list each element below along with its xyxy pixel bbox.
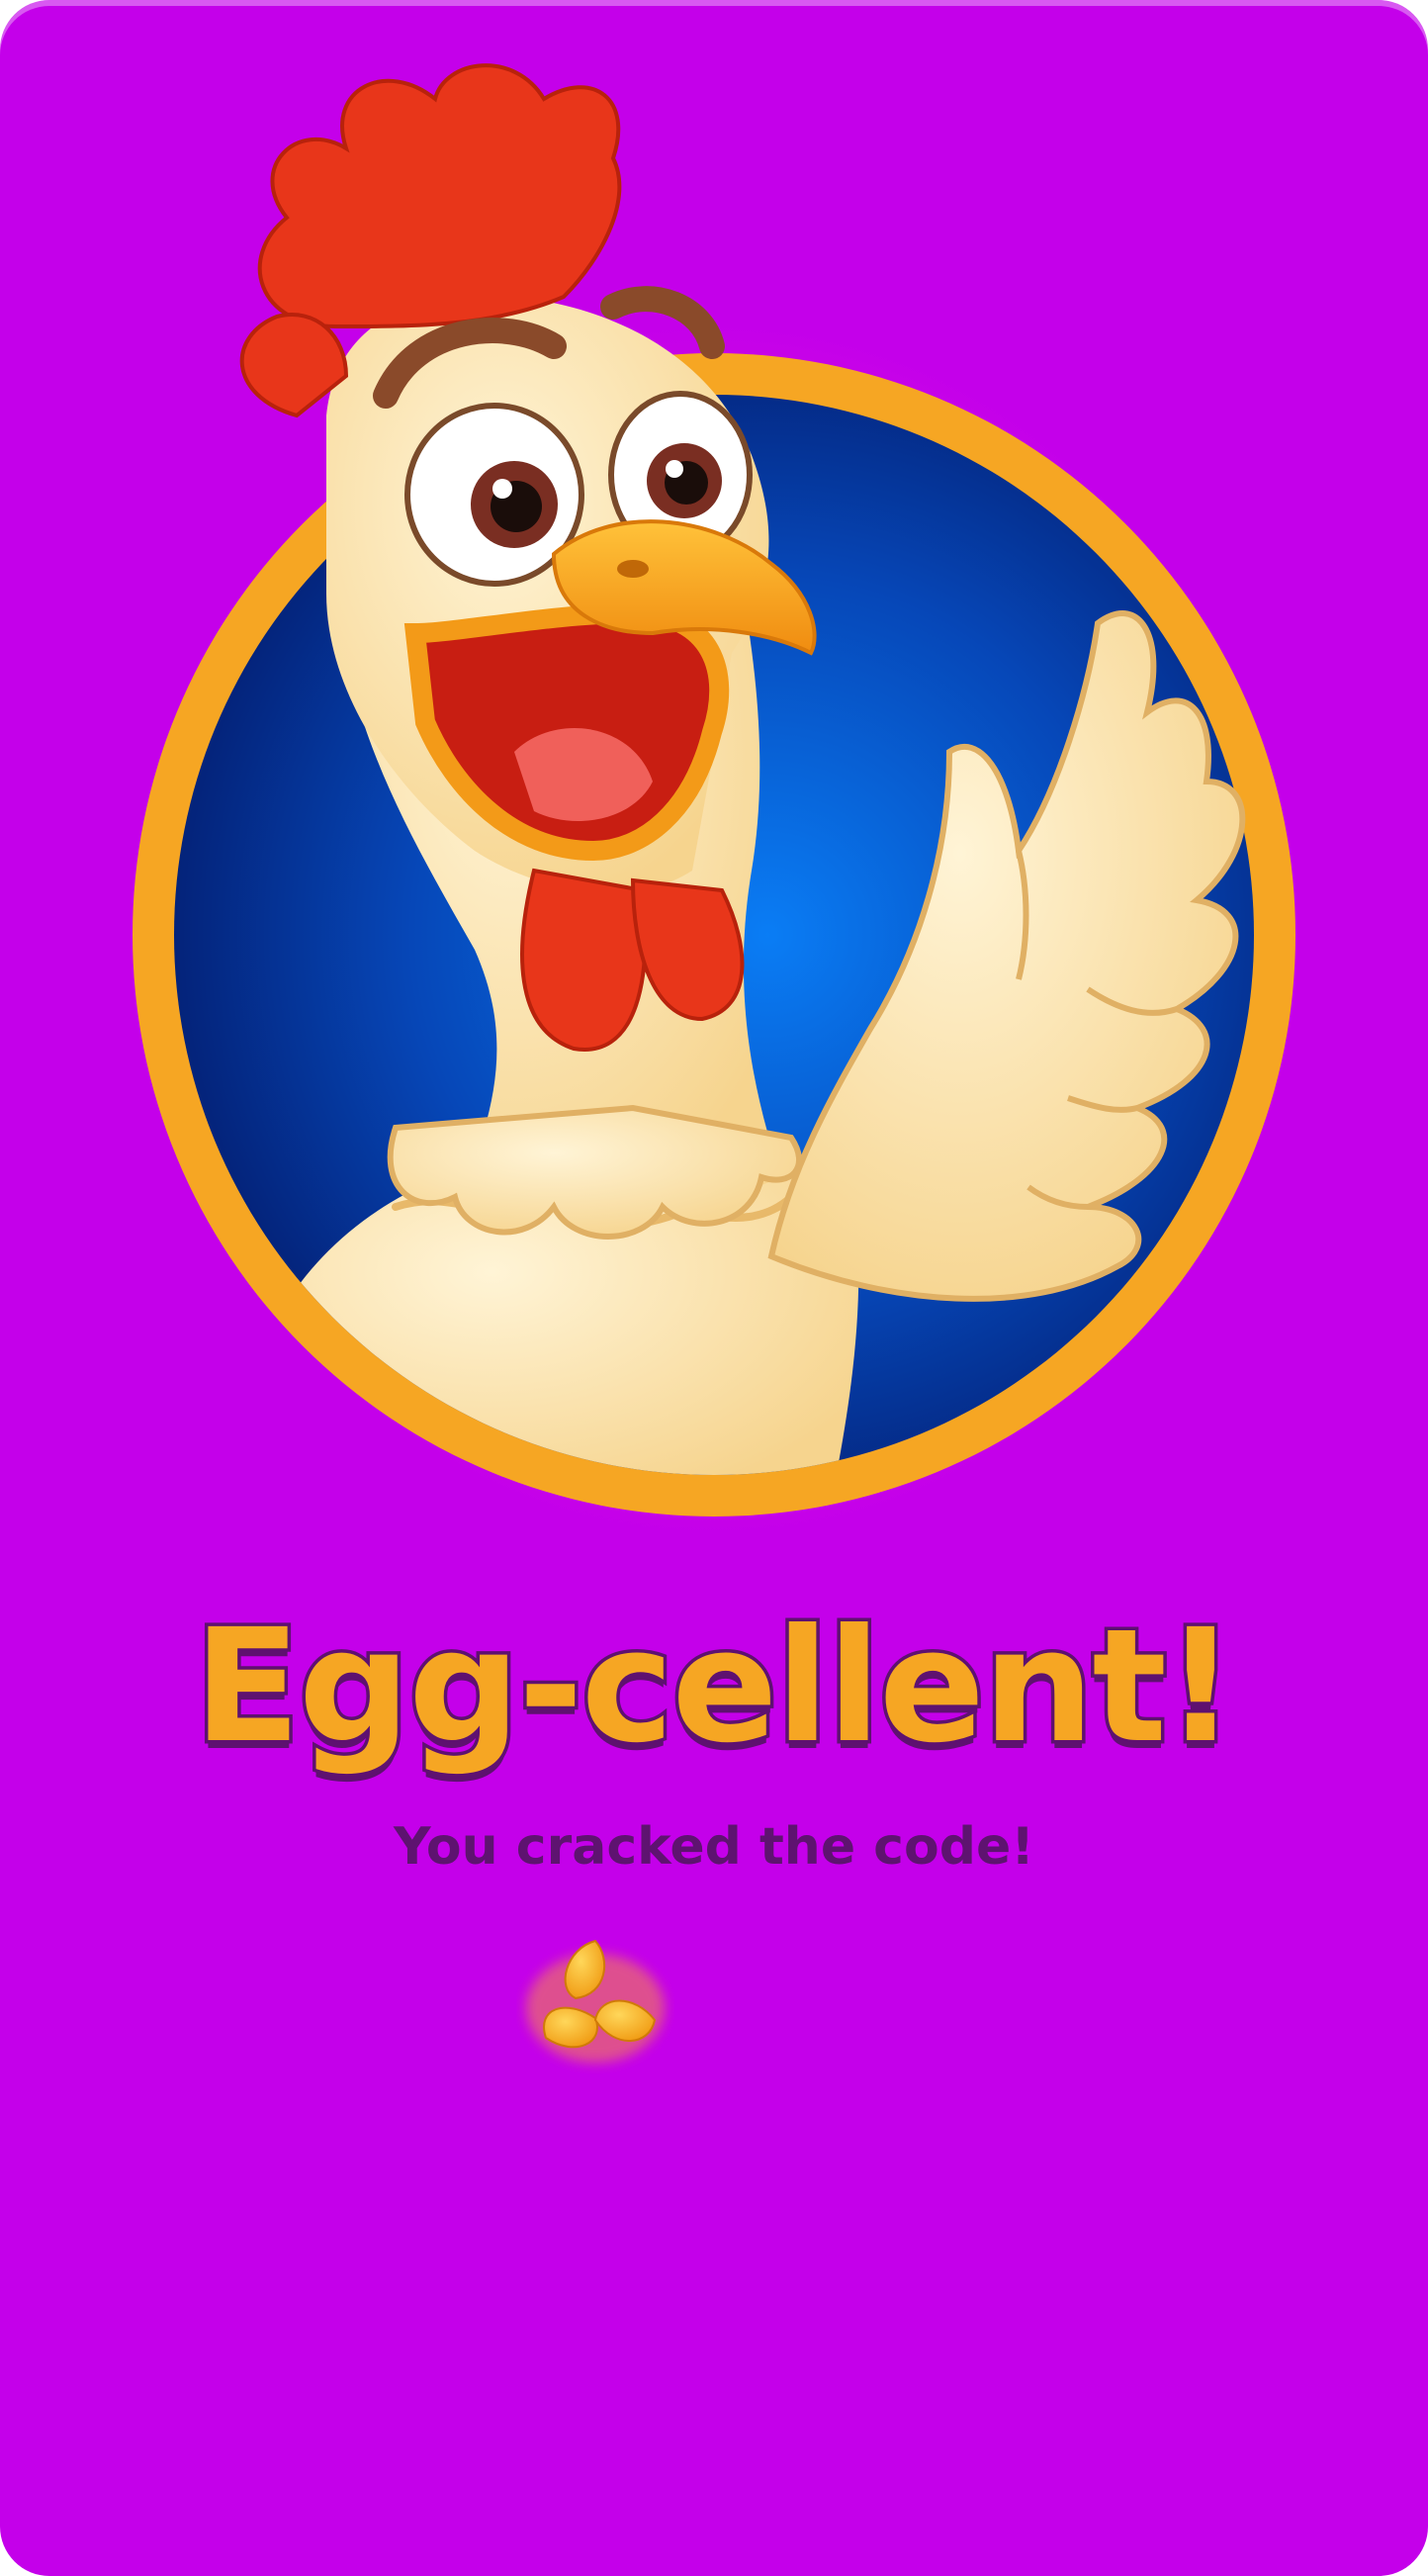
result-screen: Egg-cellent! You cracked the code! <box>0 0 1428 2576</box>
corn-seeds-icon <box>526 1939 665 2063</box>
result-subtitle: You cracked the code! <box>394 1817 1034 1877</box>
result-title: Egg-cellent! <box>190 1593 1239 1782</box>
rooster-mascot-icon <box>133 63 1295 1517</box>
